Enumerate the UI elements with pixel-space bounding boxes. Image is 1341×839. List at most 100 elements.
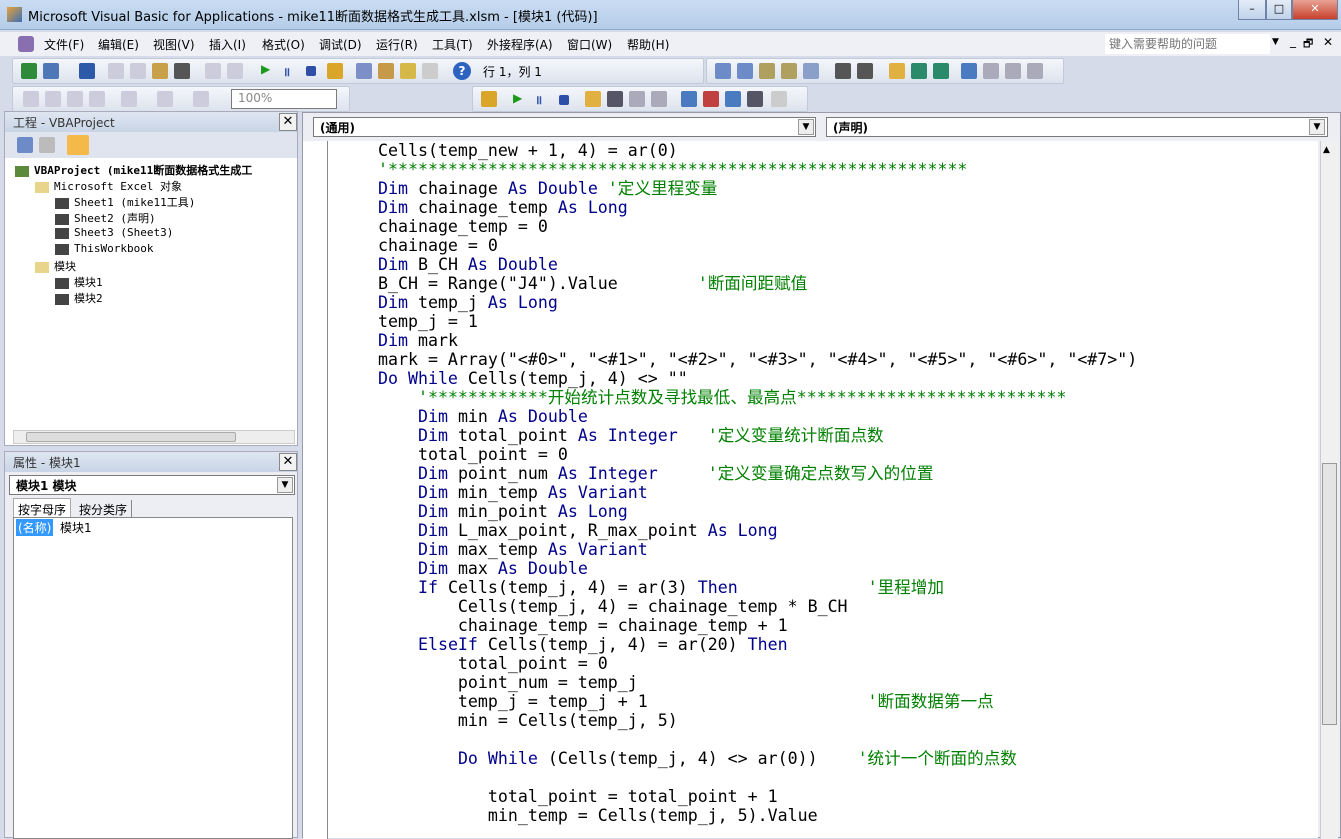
find-icon[interactable]: [174, 63, 190, 79]
bring-to-front-icon[interactable]: [23, 91, 39, 107]
tree-item[interactable]: 模块: [35, 258, 76, 274]
code-line[interactable]: Dim max As Double: [378, 559, 588, 578]
code-line[interactable]: Dim L_max_point, R_max_point As Long: [378, 521, 778, 540]
menu-item[interactable]: 调试(D): [319, 36, 362, 53]
view-object-icon[interactable]: [39, 137, 55, 153]
toggle-breakpoint-icon[interactable]: [889, 63, 905, 79]
code-line[interactable]: Do While (Cells(temp_j, 4) <> ar(0)) '统计…: [378, 749, 1017, 768]
code-line[interactable]: '***************************************…: [378, 160, 967, 179]
tree-item[interactable]: 模块1: [55, 274, 103, 290]
scrollbar-thumb[interactable]: [1322, 463, 1337, 725]
save-icon[interactable]: [79, 63, 95, 79]
code-line[interactable]: total_point = 0: [378, 445, 568, 464]
scroll-up-icon[interactable]: ▲: [1323, 145, 1330, 155]
property-value-name[interactable]: 模块1: [60, 519, 92, 536]
run-icon[interactable]: ▶: [261, 62, 270, 76]
code-line[interactable]: Dim min_point As Long: [378, 502, 628, 521]
code-line[interactable]: temp_j = temp_j + 1 '断面数据第一点: [378, 692, 994, 711]
step-into-icon[interactable]: [607, 91, 623, 107]
code-line[interactable]: point_num = temp_j: [378, 673, 638, 692]
code-line[interactable]: Dim min_temp As Variant: [378, 483, 648, 502]
redo-icon[interactable]: [227, 63, 243, 79]
code-line[interactable]: Dim total_point As Integer '定义变量统计断面点数: [378, 426, 884, 445]
code-editor[interactable]: Cells(temp_new + 1, 4) = ar(0) '*********…: [328, 141, 1318, 838]
object-dropdown-icon[interactable]: ▼: [277, 477, 293, 493]
code-line[interactable]: min = Cells(temp_j, 5): [378, 711, 678, 730]
previous-bookmark-icon[interactable]: [1005, 63, 1021, 79]
run-icon[interactable]: ▶: [513, 91, 522, 105]
properties-close-button[interactable]: ✕: [279, 453, 297, 471]
design-mode-icon[interactable]: [327, 63, 343, 79]
property-name-name[interactable]: (名称): [16, 519, 54, 536]
code-line[interactable]: Dim chainage_temp As Long: [378, 198, 628, 217]
menu-item[interactable]: 外接程序(A): [487, 36, 553, 53]
procedure-combo-dropdown-icon[interactable]: ▼: [1309, 119, 1325, 135]
list-properties-icon[interactable]: [715, 63, 731, 79]
list-constants-icon[interactable]: [737, 63, 753, 79]
group-icon[interactable]: [67, 91, 83, 107]
next-bookmark-icon[interactable]: [983, 63, 999, 79]
quick-info-icon[interactable]: [759, 63, 775, 79]
menu-item[interactable]: 工具(T): [432, 36, 473, 53]
code-line[interactable]: Cells(temp_j, 4) = chainage_temp * B_CH: [378, 597, 848, 616]
scrollbar-thumb[interactable]: [26, 432, 236, 442]
maximize-button[interactable]: □: [1266, 0, 1292, 20]
ungroup-icon[interactable]: [89, 91, 105, 107]
mdi-minimize-button[interactable]: _: [1290, 34, 1296, 48]
menu-item[interactable]: 文件(F): [44, 36, 84, 53]
locals-window-icon[interactable]: [681, 91, 697, 107]
comment-block-icon[interactable]: [911, 63, 927, 79]
code-line[interactable]: chainage_temp = 0: [378, 217, 548, 236]
tree-item[interactable]: VBAProject (mike11断面数据格式生成工: [15, 162, 252, 178]
minimize-button[interactable]: –: [1238, 0, 1266, 20]
tree-item[interactable]: Sheet3 (Sheet3): [55, 226, 173, 239]
code-line[interactable]: temp_j = 1: [378, 312, 478, 331]
toggle-bookmark-icon[interactable]: [961, 63, 977, 79]
uncomment-block-icon[interactable]: [933, 63, 949, 79]
clear-bookmarks-icon[interactable]: [1027, 63, 1043, 79]
stop-icon[interactable]: [559, 95, 569, 105]
quick-watch-icon[interactable]: [747, 91, 763, 107]
procedure-combo[interactable]: (声明): [826, 117, 1328, 137]
help-search-input[interactable]: [1105, 34, 1270, 54]
menu-item[interactable]: 编辑(E): [98, 36, 139, 53]
tree-item[interactable]: Sheet2 (声明): [55, 210, 156, 226]
code-line[interactable]: Dim chainage As Double '定义里程变量: [378, 179, 717, 198]
toggle-folders-icon[interactable]: [67, 135, 89, 155]
properties-icon[interactable]: [378, 63, 394, 79]
view-code-icon[interactable]: [17, 137, 33, 153]
code-line[interactable]: total_point = 0: [378, 654, 608, 673]
tree-item[interactable]: 模块2: [55, 290, 103, 306]
parameter-info-icon[interactable]: [781, 63, 797, 79]
send-to-back-icon[interactable]: [45, 91, 61, 107]
make-same-size-icon[interactable]: [193, 91, 209, 107]
object-combo-dropdown-icon[interactable]: ▼: [798, 119, 814, 135]
tree-item[interactable]: Sheet1 (mike11工具): [55, 194, 195, 210]
project-hscrollbar[interactable]: [13, 430, 295, 444]
breakpoint-hand-icon[interactable]: [585, 91, 601, 107]
zoom-select[interactable]: 100%: [231, 89, 337, 109]
pause-icon[interactable]: ॥: [535, 91, 542, 108]
code-line[interactable]: Dim min As Double: [378, 407, 588, 426]
toolbox-icon[interactable]: [422, 63, 438, 79]
code-line[interactable]: Dim temp_j As Long: [378, 293, 558, 312]
paste-icon[interactable]: [152, 63, 168, 79]
outdent-icon[interactable]: [857, 63, 873, 79]
project-explorer-icon[interactable]: [356, 63, 372, 79]
object-select[interactable]: 模块1 模块: [9, 475, 295, 495]
mdi-close-button[interactable]: ✕: [1323, 35, 1333, 49]
stop-icon[interactable]: [306, 66, 316, 76]
immediate-window-icon[interactable]: [703, 91, 719, 107]
tree-item[interactable]: ThisWorkbook: [55, 242, 153, 255]
align-icon[interactable]: [121, 91, 137, 107]
excel-icon[interactable]: [21, 63, 37, 79]
step-over-icon[interactable]: [629, 91, 645, 107]
menu-item[interactable]: 插入(I): [209, 36, 246, 53]
menu-item[interactable]: 窗口(W): [567, 36, 612, 53]
copy-icon[interactable]: [130, 63, 146, 79]
code-line[interactable]: chainage = 0: [378, 236, 498, 255]
menu-item[interactable]: 格式(O): [262, 36, 305, 53]
help-icon[interactable]: ?: [453, 62, 471, 80]
close-button[interactable]: ✕: [1292, 0, 1338, 20]
object-combo[interactable]: (通用): [313, 117, 816, 137]
